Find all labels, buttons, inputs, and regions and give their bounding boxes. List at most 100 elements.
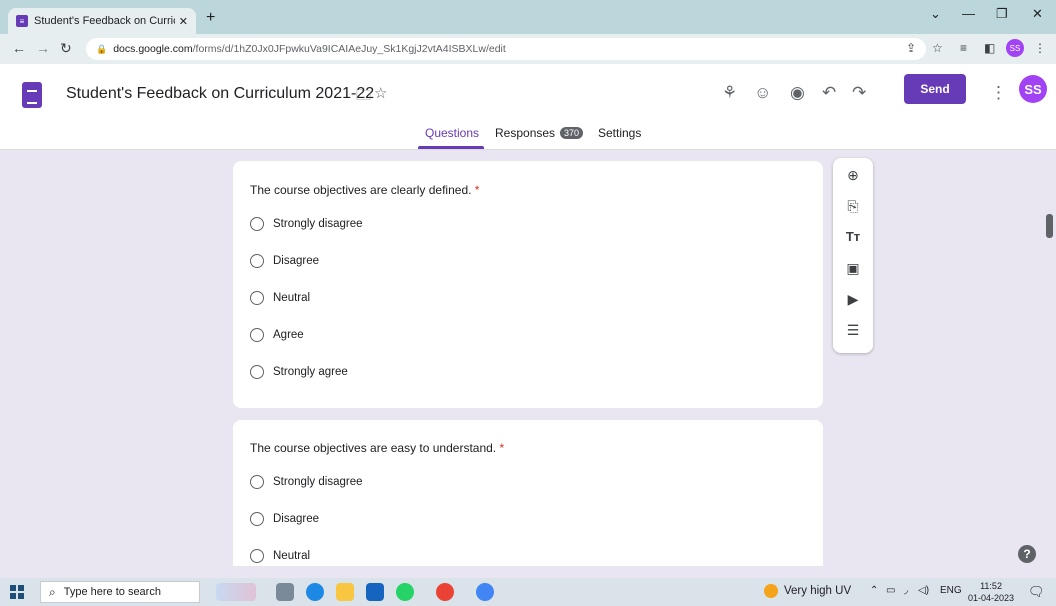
chrome-icon[interactable] <box>436 583 454 601</box>
windows-taskbar: ⌕ Type here to search Very high UV ⌃ ▭ ◞… <box>0 578 1056 606</box>
undo-icon[interactable]: ↶ <box>822 83 836 103</box>
edge-icon[interactable] <box>306 583 324 601</box>
taskbar-search-placeholder: Type here to search <box>63 586 161 598</box>
star-icon[interactable]: ☆ <box>374 84 387 102</box>
option-item[interactable]: Strongly disagree <box>250 475 363 489</box>
scrollbar[interactable] <box>1044 150 1056 566</box>
url-path: /forms/d/1hZ0Jx0JFpwkuVa9ICAIAeJuy_Sk1Kg… <box>192 43 506 55</box>
radio-icon <box>250 475 264 489</box>
show-hidden-icons-icon[interactable]: ⌃ <box>870 585 878 596</box>
add-image-icon[interactable]: ▣ <box>833 260 873 277</box>
url-domain: docs.google.com <box>113 43 193 55</box>
reading-list-icon[interactable]: ≡ <box>960 41 967 55</box>
option-item[interactable]: Agree <box>250 328 304 342</box>
question-card[interactable]: The course objectives are easy to unders… <box>233 420 823 566</box>
option-item[interactable]: Disagree <box>250 254 319 268</box>
radio-icon <box>250 291 264 305</box>
account-avatar[interactable]: SS <box>1019 75 1047 103</box>
close-tab-icon[interactable]: ✕ <box>179 15 188 28</box>
browser-toolbar: ← → ↻ 🔒 docs.google.com /forms/d/1hZ0Jx0… <box>0 34 1056 64</box>
network-icon[interactable]: ◞ <box>904 585 908 596</box>
option-item[interactable]: Disagree <box>250 512 319 526</box>
tab-search-icon[interactable]: ⌄ <box>930 6 941 22</box>
form-title[interactable]: Student's Feedback on Curriculum 2021-22 <box>66 85 374 103</box>
tab-responses-label: Responses <box>495 126 556 140</box>
option-label: Neutral <box>273 292 311 304</box>
scrollbar-thumb[interactable] <box>1046 214 1053 238</box>
option-label: Disagree <box>273 513 320 525</box>
mail-icon[interactable] <box>366 583 384 601</box>
tab-settings[interactable]: Settings <box>598 126 641 140</box>
browser-menu-icon[interactable]: ⋮ <box>1034 41 1046 55</box>
radio-icon <box>250 328 264 342</box>
option-label: Neutral <box>273 550 311 562</box>
redo-icon[interactable]: ↷ <box>852 83 866 103</box>
taskbar-search-box[interactable]: ⌕ Type here to search <box>40 581 200 603</box>
windows-start-icon[interactable] <box>10 585 24 599</box>
forward-icon[interactable]: → <box>36 40 50 56</box>
option-item[interactable]: Neutral <box>250 291 310 305</box>
option-label: Disagree <box>273 255 320 267</box>
tab-responses[interactable]: Responses 370 <box>495 126 584 140</box>
question-card[interactable]: The course objectives are clearly define… <box>233 161 823 408</box>
help-icon[interactable]: ? <box>1018 545 1036 563</box>
preview-eye-icon[interactable]: ◉ <box>790 83 805 103</box>
option-label: Strongly disagree <box>273 476 363 488</box>
responses-count-badge: 370 <box>560 127 584 139</box>
addons-icon[interactable]: ⚘ <box>722 83 737 103</box>
weather-widget-image-icon[interactable] <box>216 583 256 601</box>
folder-icon[interactable]: 🗀 <box>356 85 371 110</box>
volume-icon[interactable]: ◁) <box>918 585 929 596</box>
option-label: Agree <box>273 329 304 341</box>
address-bar[interactable]: 🔒 docs.google.com /forms/d/1hZ0Jx0JFpwku… <box>86 38 926 60</box>
google-forms-logo-icon[interactable] <box>22 82 42 108</box>
option-item[interactable]: Strongly agree <box>250 365 348 379</box>
browser-profile-avatar[interactable]: SS <box>1006 39 1024 57</box>
back-icon[interactable]: ← <box>12 40 26 56</box>
chrome-profile-icon[interactable] <box>476 583 494 601</box>
radio-icon <box>250 217 264 231</box>
battery-icon[interactable]: ▭ <box>886 585 895 596</box>
close-window-icon[interactable]: ✕ <box>1032 6 1043 22</box>
active-tab-indicator <box>418 146 484 149</box>
send-button[interactable]: Send <box>904 74 966 104</box>
bookmark-star-icon[interactable]: ☆ <box>932 41 943 55</box>
maximize-icon[interactable]: ❐ <box>996 6 1008 22</box>
question-text: The course objectives are easy to unders… <box>250 441 497 455</box>
add-title-icon[interactable]: Tт <box>833 229 873 244</box>
new-tab-button[interactable]: + <box>206 9 215 27</box>
required-asterisk: * <box>499 441 505 455</box>
question-title[interactable]: The course objectives are clearly define… <box>250 183 479 197</box>
import-questions-icon[interactable]: ⎘ <box>833 198 873 215</box>
option-label: Strongly disagree <box>273 218 363 230</box>
radio-icon <box>250 512 264 526</box>
add-question-icon[interactable]: ⊕ <box>833 167 873 184</box>
taskbar-clock[interactable]: 11:52 01-04-2023 <box>968 580 1014 604</box>
add-section-icon[interactable]: ☰ <box>833 322 873 339</box>
form-tabs: Questions Responses 370 Settings <box>0 124 1056 150</box>
weather-text: Very high UV <box>784 585 852 597</box>
palette-icon[interactable]: ☺ <box>754 83 771 103</box>
question-title[interactable]: The course objectives are easy to unders… <box>250 441 504 455</box>
browser-tab-strip: ≡ Student's Feedback on Curriculu ✕ + ⌄ … <box>0 0 1056 34</box>
browser-tab[interactable]: ≡ Student's Feedback on Curriculu ✕ <box>8 8 196 34</box>
sun-icon <box>764 584 778 598</box>
weather-status[interactable]: Very high UV <box>764 584 851 598</box>
notifications-icon[interactable]: 🗨 <box>1028 584 1045 600</box>
reload-icon[interactable]: ↻ <box>60 40 72 57</box>
language-indicator[interactable]: ENG <box>940 585 962 596</box>
whatsapp-icon[interactable] <box>396 583 414 601</box>
radio-icon <box>250 254 264 268</box>
forms-favicon-icon: ≡ <box>16 15 28 27</box>
share-icon[interactable]: ⇪ <box>906 41 916 55</box>
task-view-icon[interactable] <box>276 583 294 601</box>
add-video-icon[interactable]: ▶ <box>833 291 873 308</box>
more-options-icon[interactable]: ⋮ <box>990 83 1007 103</box>
lock-icon: 🔒 <box>96 43 108 54</box>
option-item[interactable]: Neutral <box>250 549 310 563</box>
side-panel-icon[interactable]: ◧ <box>984 41 995 55</box>
minimize-icon[interactable]: — <box>962 6 975 21</box>
tab-questions[interactable]: Questions <box>425 126 479 140</box>
file-explorer-icon[interactable] <box>336 583 354 601</box>
option-item[interactable]: Strongly disagree <box>250 217 363 231</box>
